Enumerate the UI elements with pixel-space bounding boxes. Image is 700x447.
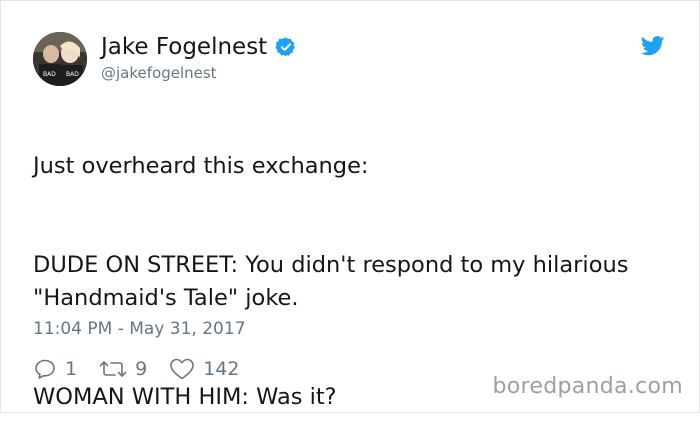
author-name-row[interactable]: Jake Fogelnest xyxy=(101,34,297,60)
retweet-icon xyxy=(99,361,127,377)
author-handle[interactable]: @jakefogelnest xyxy=(101,64,217,82)
heart-icon xyxy=(170,358,194,380)
tweet-timestamp[interactable]: 11:04 PM - May 31, 2017 xyxy=(33,319,246,339)
reply-count: 1 xyxy=(65,358,78,380)
tweet-line-dude: DUDE ON STREET: You didn't respond to my… xyxy=(33,252,629,311)
avatar[interactable]: BAD BAD xyxy=(33,32,87,86)
retweet-count: 9 xyxy=(135,358,148,380)
author-name[interactable]: Jake Fogelnest xyxy=(101,34,267,60)
tweet-card: BAD BAD Jake Fogelnest @jakefogelnest Ju… xyxy=(0,0,700,413)
tweet-actions: 1 9 142 xyxy=(33,357,261,381)
reply-button[interactable]: 1 xyxy=(33,357,77,381)
reply-icon xyxy=(35,359,55,379)
retweet-button[interactable]: 9 xyxy=(99,358,147,380)
verified-badge-icon xyxy=(275,36,297,58)
svg-text:BAD: BAD xyxy=(66,71,79,78)
like-count: 142 xyxy=(203,358,240,380)
tweet-line-intro: Just overheard this exchange: xyxy=(33,153,369,179)
twitter-bird-icon[interactable] xyxy=(640,36,665,56)
boredpanda-watermark: boredpanda.com xyxy=(492,374,683,399)
svg-text:BAD: BAD xyxy=(43,71,56,78)
avatar-photo: BAD BAD xyxy=(33,32,87,86)
like-button[interactable]: 142 xyxy=(169,357,239,381)
